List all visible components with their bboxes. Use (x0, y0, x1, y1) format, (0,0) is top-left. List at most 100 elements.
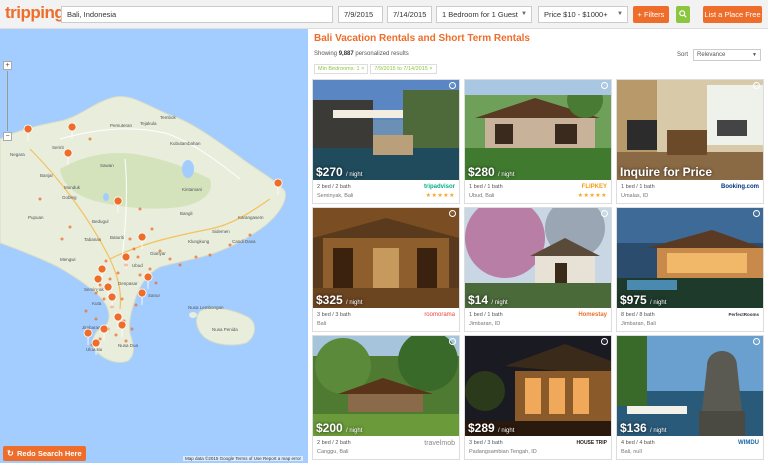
favorite-icon[interactable]: ♡ (449, 82, 456, 89)
listing-source-logo: Homestay (578, 312, 607, 318)
listing-card[interactable]: ♡ $270 / night 2 bed / 2 bath Seminyak, … (312, 79, 460, 204)
listing-location: Jimbaran, Bali (621, 321, 656, 327)
top-search-bar: tripping Bali, Indonesia 7/9/2015 7/14/2… (0, 0, 768, 29)
svg-text:Munduk: Munduk (64, 185, 81, 190)
listing-card[interactable]: ♡ $325 / night 3 bed / 3 bath Bali roomo… (312, 207, 460, 332)
listing-source-logo: WIMDU (738, 440, 759, 446)
listing-price: $270 / night (316, 165, 363, 179)
svg-text:Klungkung: Klungkung (188, 239, 210, 244)
zoom-slider[interactable] (7, 71, 8, 131)
svg-text:Seminyak: Seminyak (84, 287, 105, 292)
favorite-icon[interactable]: ♡ (449, 338, 456, 345)
listing-location: Jimbaran, ID (469, 321, 501, 327)
chevron-down-icon: ▼ (752, 52, 757, 58)
results-title: Bali Vacation Rentals and Short Term Ren… (314, 33, 530, 44)
listing-source-logo: FLIPKEY (581, 184, 607, 190)
svg-text:Bedugul: Bedugul (92, 219, 109, 224)
results-count: Showing 9,887 personalized results (314, 51, 409, 57)
listing-beds: 8 bed / 8 bath (621, 312, 655, 318)
favorite-icon[interactable]: ♡ (601, 210, 608, 217)
filters-button[interactable]: + Filters (633, 6, 669, 23)
listing-location: Bali (317, 321, 327, 327)
svg-text:Gobleg: Gobleg (62, 195, 77, 200)
filter-chip-dates[interactable]: 7/9/2015 to 7/14/2015 × (370, 64, 437, 74)
bali-map[interactable]: Negara Seririt Tejakula Tembok Pemuteran… (0, 29, 308, 463)
zoom-in-button[interactable]: + (3, 61, 12, 70)
favorite-icon[interactable]: ♡ (753, 82, 760, 89)
svg-text:Uluwatu: Uluwatu (86, 347, 103, 352)
redo-search-button[interactable]: ↻ Redo Search Here (3, 446, 86, 461)
svg-text:Negara: Negara (10, 152, 25, 157)
listing-rating: ★★★★★ (425, 193, 455, 199)
active-filters: Min Bedrooms: 1 × 7/9/2015 to 7/14/2015 × (314, 64, 439, 74)
listing-beds: 4 bed / 4 bath (621, 440, 655, 446)
listing-card[interactable]: ♡ $289 / night 3 bed / 3 bath Padangsamb… (464, 335, 612, 460)
price-select[interactable]: Price $10 - $1000+ ▼ (538, 6, 628, 23)
svg-text:Baturiti: Baturiti (110, 235, 124, 240)
listing-location: Ubud, Bali (469, 193, 495, 199)
listing-card[interactable]: ♡ $280 / night 1 bed / 1 bath Ubud, Bali… (464, 79, 612, 204)
svg-text:Tejakula: Tejakula (140, 121, 157, 126)
svg-text:Sanur: Sanur (148, 293, 161, 298)
svg-text:Jimbaran: Jimbaran (82, 325, 101, 330)
svg-text:Kubutambahan: Kubutambahan (170, 141, 201, 146)
svg-text:Tembok: Tembok (160, 115, 177, 120)
listing-price: $325 / night (316, 293, 363, 307)
listing-price: $280 / night (468, 165, 515, 179)
svg-text:Nusa Penida: Nusa Penida (212, 327, 238, 332)
favorite-icon[interactable]: ♡ (753, 210, 760, 217)
svg-text:Tabanan: Tabanan (84, 237, 102, 242)
listing-source-logo: tripadvisor (423, 184, 455, 190)
listing-price: $136 / night (620, 421, 667, 435)
listing-card[interactable]: ♡ $136 / night 4 bed / 4 bath Bali, null… (616, 335, 764, 460)
search-button[interactable] (676, 6, 690, 23)
sort-select[interactable]: Relevance ▼ (693, 49, 761, 61)
tripping-logo[interactable]: tripping (5, 3, 65, 23)
svg-text:Seririt: Seririt (52, 145, 65, 150)
listing-card[interactable]: ♡ Inquire for Price 1 bed / 1 bath Umala… (616, 79, 764, 204)
listing-source-logo: roomorama (424, 312, 455, 318)
svg-text:Ubud: Ubud (132, 263, 143, 268)
favorite-icon[interactable]: ♡ (601, 82, 608, 89)
favorite-icon[interactable]: ♡ (601, 338, 608, 345)
favorite-icon[interactable]: ♡ (449, 210, 456, 217)
listing-card[interactable]: ♡ $200 / night 2 bed / 2 bath Canggu, Ba… (312, 335, 460, 460)
location-input[interactable]: Bali, Indonesia (61, 6, 333, 23)
search-icon (679, 10, 687, 18)
listing-location: Umalas, ID (621, 193, 649, 199)
svg-text:Pupuan: Pupuan (28, 215, 44, 220)
checkout-date-input[interactable]: 7/14/2015 (387, 6, 432, 23)
map-attribution: Map data ©2015 Google Terms of Use Repor… (183, 456, 304, 461)
filter-chip-min-bedrooms[interactable]: Min Bedrooms: 1 × (314, 64, 369, 74)
svg-text:Karangasem: Karangasem (238, 215, 264, 220)
listing-source-logo: HOUSE TRIP (576, 440, 607, 446)
listing-beds: 1 bed / 1 bath (621, 184, 655, 190)
listing-price: $289 / night (468, 421, 515, 435)
listing-card[interactable]: ♡ $14 / night 1 bed / 1 bath Jimbaran, I… (464, 207, 612, 332)
svg-text:Banjar: Banjar (40, 173, 54, 178)
listing-source-logo: travelmob (424, 440, 455, 447)
listing-location: Canggu, Bali (317, 449, 349, 455)
listing-price: $975 / night (620, 293, 667, 307)
map-view[interactable]: Negara Seririt Tejakula Tembok Pemuteran… (0, 29, 308, 463)
checkin-date-input[interactable]: 7/9/2015 (338, 6, 383, 23)
guests-select[interactable]: 1 Bedroom for 1 Guest ▼ (436, 6, 532, 23)
listing-beds: 1 bed / 1 bath (469, 184, 503, 190)
listing-card[interactable]: ♡ $975 / night 8 bed / 8 bath Jimbaran, … (616, 207, 764, 332)
list-a-place-button[interactable]: List a Place Free (703, 6, 762, 23)
refresh-icon: ↻ (7, 449, 14, 458)
svg-text:Candi Dasa: Candi Dasa (232, 239, 256, 244)
zoom-out-button[interactable]: − (3, 132, 12, 141)
map-zoom-control[interactable]: + − (3, 61, 12, 141)
listing-price: $200 / night (316, 421, 363, 435)
listing-beds: 2 bed / 2 bath (317, 440, 351, 446)
listing-price: Inquire for Price (620, 165, 713, 179)
favorite-icon[interactable]: ♡ (753, 338, 760, 345)
listing-source-logo: PerfectRooms (728, 312, 759, 317)
svg-text:Bangli: Bangli (180, 211, 193, 216)
sort-label: Sort (677, 52, 689, 58)
svg-text:Sidemen: Sidemen (212, 229, 230, 234)
results-panel: Bali Vacation Rentals and Short Term Ren… (308, 29, 768, 463)
chevron-down-icon: ▼ (521, 11, 527, 17)
listing-beds: 1 bed / 1 bath (469, 312, 503, 318)
